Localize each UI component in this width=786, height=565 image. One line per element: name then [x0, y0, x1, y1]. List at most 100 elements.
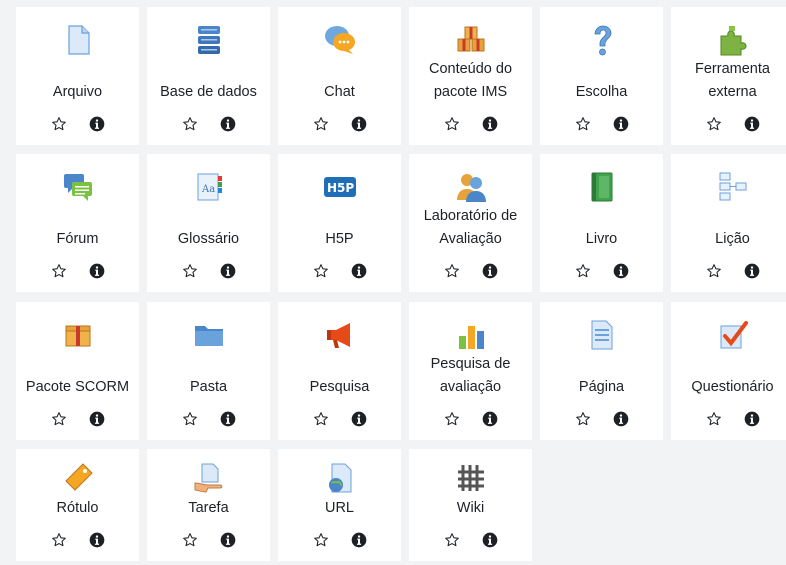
activity-tile-url[interactable]: URL: [278, 449, 401, 561]
info-icon[interactable]: [612, 410, 630, 428]
info-icon[interactable]: [481, 115, 499, 133]
star-icon[interactable]: [50, 262, 68, 280]
workshop-people-icon: [454, 170, 488, 204]
activity-tile-wiki[interactable]: Wiki: [409, 449, 532, 561]
info-icon[interactable]: [743, 262, 761, 280]
info-icon[interactable]: [88, 410, 106, 428]
info-icon[interactable]: [743, 410, 761, 428]
ims-package-icon: [454, 23, 488, 57]
info-icon[interactable]: [88, 531, 106, 549]
activity-actions: [278, 115, 401, 133]
bar-chart-icon: [454, 318, 488, 352]
activity-label: Página: [578, 379, 625, 395]
forum-bubbles-icon: [61, 170, 95, 204]
star-icon[interactable]: [312, 262, 330, 280]
info-icon[interactable]: [219, 531, 237, 549]
activity-tile-escolha[interactable]: Escolha: [540, 7, 663, 145]
megaphone-icon: [323, 318, 357, 352]
star-icon[interactable]: [50, 410, 68, 428]
activity-label: Base de dados: [160, 84, 257, 100]
info-icon[interactable]: [481, 410, 499, 428]
info-icon[interactable]: [350, 410, 368, 428]
wiki-icon: [454, 461, 488, 495]
activity-tile-arquivo[interactable]: Arquivo: [16, 7, 139, 145]
activity-actions: [16, 262, 139, 280]
star-icon[interactable]: [181, 531, 199, 549]
star-icon[interactable]: [443, 115, 461, 133]
activity-tile-livro[interactable]: Livro: [540, 154, 663, 292]
info-icon[interactable]: [88, 115, 106, 133]
activity-actions: [16, 410, 139, 428]
star-icon[interactable]: [574, 115, 592, 133]
url-globe-icon: [323, 461, 357, 495]
activity-tile-questionario[interactable]: Questionário: [671, 302, 786, 440]
star-icon[interactable]: [443, 262, 461, 280]
activity-tile-forum[interactable]: Fórum: [16, 154, 139, 292]
star-icon[interactable]: [312, 410, 330, 428]
star-icon[interactable]: [181, 410, 199, 428]
star-icon[interactable]: [312, 531, 330, 549]
activity-tile-licao[interactable]: Lição: [671, 154, 786, 292]
star-icon[interactable]: [181, 262, 199, 280]
info-icon[interactable]: [350, 115, 368, 133]
activity-tile-rotulo[interactable]: Rótulo: [16, 449, 139, 561]
activity-tile-ferramenta-externa[interactable]: Ferramenta externa: [671, 7, 786, 145]
activity-chooser-grid: Arquivo Base de dados Chat Conteúdo do paco…: [0, 0, 786, 565]
folder-icon: [192, 318, 226, 352]
info-icon[interactable]: [612, 115, 630, 133]
activity-label: Pasta: [189, 379, 228, 395]
activity-label: Laboratório de Avaliação: [423, 208, 518, 247]
info-icon[interactable]: [481, 262, 499, 280]
activity-label: Ferramenta externa: [695, 61, 770, 100]
star-icon[interactable]: [574, 262, 592, 280]
activity-label: Pesquisa de avaliação: [430, 356, 511, 395]
activity-tile-conteudo-do-pacote-ims[interactable]: Conteúdo do pacote IMS: [409, 7, 532, 145]
activity-actions: [147, 531, 270, 549]
star-icon[interactable]: [705, 410, 723, 428]
activity-label: Wiki: [456, 500, 485, 516]
svg-text:Aa: Aa: [201, 184, 215, 195]
activity-tile-pesquisa[interactable]: Pesquisa: [278, 302, 401, 440]
star-icon[interactable]: [50, 115, 68, 133]
star-icon[interactable]: [312, 115, 330, 133]
page-icon: [585, 318, 619, 352]
activity-tile-pasta[interactable]: Pasta: [147, 302, 270, 440]
activity-tile-laboratorio-de-avaliacao[interactable]: Laboratório de Avaliação: [409, 154, 532, 292]
star-icon[interactable]: [574, 410, 592, 428]
h5p-icon: H5P: [323, 170, 357, 204]
activity-tile-glossario[interactable]: Aa Glossário: [147, 154, 270, 292]
activity-tile-pesquisa-de-avaliacao[interactable]: Pesquisa de avaliação: [409, 302, 532, 440]
activity-tile-chat[interactable]: Chat: [278, 7, 401, 145]
activity-tile-pagina[interactable]: Página: [540, 302, 663, 440]
activity-tile-h5p[interactable]: H5P H5P: [278, 154, 401, 292]
activity-label: Glossário: [177, 231, 240, 247]
activity-actions: [540, 115, 663, 133]
info-icon[interactable]: [88, 262, 106, 280]
star-icon[interactable]: [181, 115, 199, 133]
info-icon[interactable]: [481, 531, 499, 549]
star-icon[interactable]: [50, 531, 68, 549]
activity-actions: [409, 262, 532, 280]
info-icon[interactable]: [219, 115, 237, 133]
activity-label: Tarefa: [188, 500, 229, 516]
activity-label: URL: [324, 500, 354, 516]
star-icon[interactable]: [443, 531, 461, 549]
info-icon[interactable]: [350, 262, 368, 280]
activity-label: Arquivo: [52, 84, 103, 100]
info-icon[interactable]: [350, 531, 368, 549]
activity-label: Lição: [715, 231, 750, 247]
info-icon[interactable]: [743, 115, 761, 133]
activity-actions: [16, 115, 139, 133]
activity-tile-base-de-dados[interactable]: Base de dados: [147, 7, 270, 145]
activity-actions: [147, 262, 270, 280]
info-icon[interactable]: [219, 410, 237, 428]
info-icon[interactable]: [612, 262, 630, 280]
star-icon[interactable]: [705, 115, 723, 133]
activity-actions: [147, 115, 270, 133]
star-icon[interactable]: [443, 410, 461, 428]
info-icon[interactable]: [219, 262, 237, 280]
star-icon[interactable]: [705, 262, 723, 280]
quiz-checkmark-icon: [716, 318, 750, 352]
activity-tile-pacote-scorm[interactable]: Pacote SCORM: [16, 302, 139, 440]
activity-tile-tarefa[interactable]: Tarefa: [147, 449, 270, 561]
